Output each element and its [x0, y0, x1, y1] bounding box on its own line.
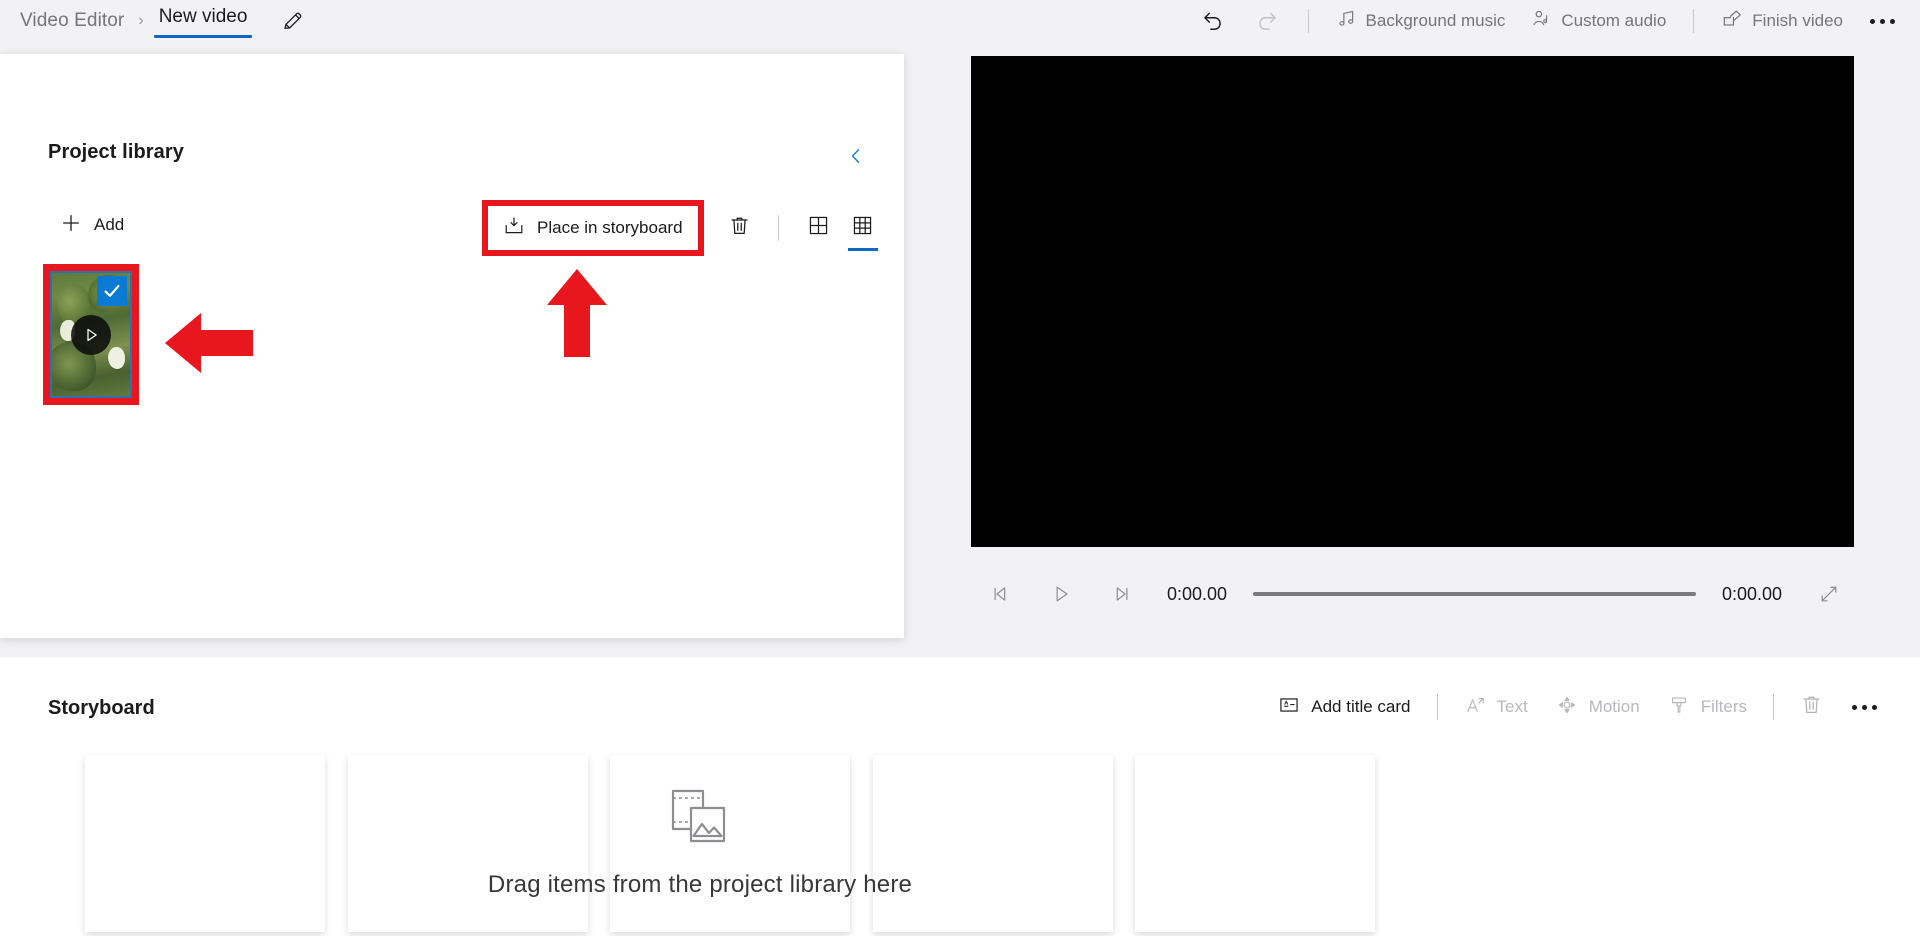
place-in-storyboard-icon — [503, 215, 525, 242]
storyboard-toolbar-divider-2 — [1773, 694, 1774, 720]
more-dot — [1879, 18, 1885, 24]
current-time-label: 0:00.00 — [1166, 583, 1228, 604]
storyboard-placeholder-card-5[interactable] — [1135, 755, 1375, 932]
storyboard-placeholder-card-1[interactable] — [85, 755, 325, 932]
storyboard-placeholder-card-3[interactable] — [610, 755, 850, 932]
storyboard-title: Storyboard — [48, 697, 155, 719]
add-media-label: Add — [94, 215, 125, 234]
total-time-label: 0:00.00 — [1721, 583, 1783, 604]
top-toolbar: Video Editor › New video Background musi… — [0, 0, 1920, 42]
red-arrow-pointing-to-thumbnail — [163, 309, 255, 382]
more-dot — [1889, 18, 1895, 24]
red-arrow-pointing-to-place-in-storyboard — [543, 267, 611, 364]
text-icon — [1464, 694, 1486, 721]
text-button[interactable]: Text — [1450, 685, 1542, 729]
view-large-thumbnails-button[interactable] — [797, 205, 841, 251]
add-title-card-label: Add title card — [1311, 697, 1411, 716]
more-dot — [1869, 18, 1875, 24]
finish-video-label: Finish video — [1752, 11, 1843, 30]
more-dot — [1871, 704, 1877, 710]
trash-icon — [1800, 693, 1823, 721]
top-toolbar-actions: Background music Custom audio Finish vid… — [1186, 0, 1920, 42]
thumbnail-flower — [108, 346, 126, 369]
breadcrumb-separator-icon: › — [138, 12, 144, 29]
list-item[interactable] — [50, 271, 132, 398]
undo-icon[interactable] — [1186, 2, 1240, 40]
storyboard-panel: Storyboard Add title card Text Motion Fi… — [0, 657, 1920, 936]
breadcrumb-new-video-label: New video — [158, 6, 248, 27]
play-icon[interactable] — [71, 314, 111, 355]
storyboard-toolbar: Add title card Text Motion Filters — [1264, 683, 1892, 731]
background-music-label: Background music — [1365, 11, 1506, 30]
text-label: Text — [1496, 697, 1528, 716]
finish-video-button[interactable]: Finish video — [1708, 2, 1856, 40]
breadcrumb-active-underline — [153, 35, 253, 38]
video-preview-screen — [971, 56, 1854, 547]
project-library-title: Project library — [48, 141, 185, 163]
view-active-underline — [847, 248, 878, 251]
playback-progress-slider[interactable] — [1253, 592, 1696, 596]
add-media-button[interactable]: Add — [52, 204, 132, 246]
redo-icon[interactable] — [1240, 2, 1294, 40]
motion-label: Motion — [1588, 697, 1640, 716]
motion-button[interactable]: Motion — [1542, 685, 1654, 729]
filters-button[interactable]: Filters — [1654, 685, 1761, 729]
library-toolbar: Add Place in storyboard — [0, 200, 904, 256]
storyboard-placeholder-card-4[interactable] — [873, 755, 1113, 932]
place-in-storyboard-label: Place in storyboard — [537, 218, 683, 237]
breadcrumb-new-video[interactable]: New video — [153, 4, 253, 38]
person-audio-icon — [1531, 8, 1552, 34]
library-item-highlight — [43, 264, 139, 405]
pencil-icon[interactable] — [276, 4, 310, 38]
expand-icon[interactable] — [1804, 572, 1854, 616]
more-dot — [1851, 704, 1857, 710]
custom-audio-button[interactable]: Custom audio — [1518, 2, 1679, 40]
library-toolbar-divider — [777, 215, 779, 241]
play-icon[interactable] — [1031, 572, 1091, 616]
grid-2x2-icon — [807, 214, 830, 242]
breadcrumb: Video Editor › New video — [0, 0, 310, 42]
add-title-card-button[interactable]: Add title card — [1264, 685, 1424, 729]
toolbar-divider — [1307, 9, 1309, 33]
motion-icon — [1556, 694, 1578, 721]
storyboard-more-options-button[interactable] — [1836, 685, 1892, 729]
grid-3x3-icon — [851, 214, 874, 242]
top-more-options-button[interactable] — [1856, 2, 1908, 40]
storyboard-dropzone[interactable]: Drag items from the project library here — [0, 755, 1920, 936]
library-tool-cluster: Place in storyboard — [482, 200, 885, 256]
chevron-left-icon[interactable] — [836, 136, 876, 176]
custom-audio-label: Custom audio — [1561, 11, 1667, 30]
background-music-button[interactable]: Background music — [1323, 2, 1519, 40]
checkmark-icon[interactable] — [97, 276, 127, 306]
next-frame-icon[interactable] — [1091, 572, 1151, 616]
video-editor-app: Video Editor › New video Background musi… — [0, 0, 1920, 936]
previous-frame-icon[interactable] — [971, 572, 1031, 616]
view-small-thumbnails-button[interactable] — [841, 205, 885, 251]
place-in-storyboard-highlight: Place in storyboard — [482, 200, 704, 256]
toolbar-divider-2 — [1693, 9, 1695, 33]
project-library-panel: Project library Add Place in storyboard — [0, 54, 904, 638]
more-dot — [1861, 704, 1867, 710]
share-export-icon — [1721, 8, 1743, 35]
storyboard-placeholder-card-2[interactable] — [348, 755, 588, 932]
filters-label: Filters — [1700, 697, 1747, 716]
library-delete-button[interactable] — [716, 205, 764, 251]
preview-playback-controls: 0:00.00 0:00.00 — [971, 570, 1854, 618]
breadcrumb-video-editor[interactable]: Video Editor — [14, 8, 130, 34]
storyboard-toolbar-divider — [1436, 694, 1438, 720]
trash-icon — [728, 214, 751, 242]
music-note-icon — [1336, 8, 1357, 34]
plus-icon — [60, 212, 82, 239]
storyboard-delete-button[interactable] — [1786, 685, 1836, 729]
filters-brush-icon — [1668, 694, 1690, 721]
place-in-storyboard-button[interactable]: Place in storyboard — [497, 210, 689, 246]
title-card-icon — [1278, 694, 1300, 721]
